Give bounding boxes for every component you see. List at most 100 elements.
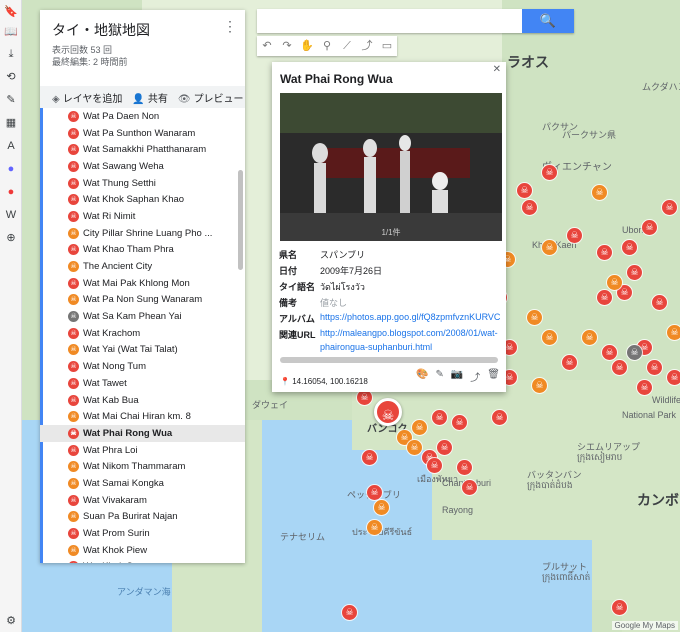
popup-title: Wat Phai Rong Wua (280, 72, 393, 86)
list-item[interactable]: ☠ Wat Sa Kam Phean Yai (40, 308, 245, 325)
undo-icon[interactable]: ↶ (257, 36, 277, 56)
popup-scrollbar[interactable] (280, 357, 498, 363)
wikipedia-icon[interactable]: W (4, 208, 18, 222)
close-icon[interactable]: ✕ (493, 64, 501, 75)
paint-icon[interactable]: 🎨 (416, 369, 428, 384)
skull-icon: ☠ (68, 361, 79, 373)
list-item[interactable]: ☠ Wat Krachom (40, 325, 245, 342)
notes-icon[interactable]: ✎ (4, 93, 18, 107)
place-list: ☠ Wat Pa Daen Non ☠ Wat Pa Sunthon Wanaram ☠… (40, 108, 245, 563)
list-item-label: Wat Nikom Thammaram (83, 461, 186, 473)
list-item-label: Wat Yai (Wat Tai Talat) (83, 344, 178, 356)
map-label-sanctuary: National Park (622, 410, 677, 420)
map-label-siem-km: ក្រុងសៀមរាប (577, 452, 623, 462)
directions-icon[interactable]: ⤴ (357, 36, 377, 56)
google-attribution: Google My Maps (611, 621, 678, 630)
list-item[interactable]: ☠ Wat Khok Piew (40, 542, 245, 559)
list-item-label: Wat Kab Bua (83, 394, 139, 406)
skull-icon: ☠ (68, 194, 79, 206)
url-link-cont[interactable]: phairongua-suphanburi.html (320, 342, 432, 352)
panel-actions: ◈ レイヤを追加 👤 共有 👁 プレビュー (40, 86, 245, 108)
skull-icon: ☠ (68, 427, 79, 439)
list-item[interactable]: ☠ Wat Mai Chai Hiran km. 8 (40, 408, 245, 425)
search-input[interactable] (257, 9, 517, 33)
map-label-mukdahan: ムクダハン (642, 82, 680, 92)
date-key: 日付 (279, 266, 298, 276)
edit-icon[interactable]: ✎ (435, 369, 443, 384)
vivaldi-icon[interactable]: ● (4, 185, 18, 199)
list-item[interactable]: ☠ Wat Yai (Wat Tai Talat) (40, 342, 245, 359)
list-item[interactable]: ☠ Wat Nong Tum (40, 358, 245, 375)
search-button[interactable]: 🔍 (522, 9, 574, 33)
list-item[interactable]: ☠ Wat Sawang Weha (40, 158, 245, 175)
calendar-icon[interactable]: ▦ (4, 116, 18, 130)
settings-icon[interactable]: ⚙ (4, 614, 18, 628)
url-link[interactable]: http://maleangpo.blogspot.com/2008/01/wa… (320, 328, 500, 341)
skull-icon: ☠ (68, 277, 79, 289)
delete-icon[interactable]: 🗑 (487, 369, 500, 384)
marker-icon[interactable]: ⚲ (317, 36, 337, 56)
list-item[interactable]: ☠ Wat Pa Sunthon Wanaram (40, 125, 245, 142)
redo-icon[interactable]: ↷ (277, 36, 297, 56)
translate-icon[interactable]: A (4, 139, 18, 153)
list-item[interactable]: ☠ Wat Nikom Thammaram (40, 458, 245, 475)
list-item[interactable]: ☠ Wat Ri Nimit (40, 208, 245, 225)
list-item-label: Wat Mai Pak Khlong Mon (83, 277, 190, 289)
list-item[interactable]: ☠ Wat Thung Setthi (40, 175, 245, 192)
add-person-icon: 👤 (132, 93, 145, 105)
list-item[interactable]: ☠ Wat Tawet (40, 375, 245, 392)
map-title[interactable]: タイ・地獄地図 (52, 20, 150, 40)
list-item[interactable]: ☠ The Ancient City (40, 258, 245, 275)
camera-icon[interactable]: 📷 (451, 369, 463, 384)
more-options-icon[interactable]: ⋮ (223, 18, 237, 35)
info-popup: Wat Phai Rong Wua ✕ 1/1件 県名 スパンブリ 日付 2009年… (272, 62, 506, 392)
skull-icon: ☠ (68, 160, 79, 172)
list-item[interactable]: ☠ Wat Prom Surin (40, 525, 245, 542)
add-panel-icon[interactable]: ⊕ (4, 231, 18, 245)
draw-line-icon[interactable]: ⟋ (337, 36, 357, 56)
list-item[interactable]: ☠ Wat Pa Daen Non (40, 108, 245, 125)
last-edited: 最終編集: 2 時間前 (52, 57, 128, 67)
list-item-label: Wat Sawang Weha (83, 160, 164, 172)
list-scrollbar[interactable] (238, 170, 243, 270)
list-item-label: Wat Samakkhi Phatthanaram (83, 144, 207, 156)
place-photo[interactable] (280, 93, 502, 241)
list-item[interactable]: ☠ City Pillar Shrine Luang Pho ... (40, 225, 245, 242)
list-item[interactable]: ☠ Suan Pa Burirat Najan (40, 509, 245, 526)
bookmark-icon[interactable]: 🔖 (4, 5, 18, 19)
history-icon[interactable]: ⟲ (4, 70, 18, 84)
list-item[interactable]: ☠ Wat Khao Tham Phra (40, 242, 245, 259)
add-layer-button[interactable]: ◈ レイヤを追加 (52, 90, 122, 105)
mastodon-icon[interactable]: ● (4, 162, 18, 176)
list-item[interactable]: ☠ Wat Khok Sung (40, 559, 245, 563)
list-item[interactable]: ☠ Wat Phai Rong Wua (40, 425, 245, 442)
search-icon: 🔍 (539, 13, 557, 28)
album-link[interactable]: https://photos.app.goo.gl/fQ8zpmfvznKURV… (320, 312, 500, 325)
list-item[interactable]: ☠ Wat Kab Bua (40, 392, 245, 409)
map-label-dawei: ダウェイ (252, 400, 289, 410)
download-icon[interactable]: ⤓ (4, 47, 18, 61)
ruler-icon[interactable]: ▭ (377, 36, 397, 56)
album-key: アルバム (279, 314, 315, 324)
list-item[interactable]: ☠ Wat Khok Saphan Khao (40, 191, 245, 208)
list-item-label: The Ancient City (83, 261, 153, 273)
list-item[interactable]: ☠ Wat Mai Pak Khlong Mon (40, 275, 245, 292)
reading-list-icon[interactable]: 📖 (4, 25, 18, 39)
list-item[interactable]: ☠ Wat Samakkhi Phatthanaram (40, 141, 245, 158)
skull-icon: ☠ (68, 561, 79, 563)
share-button[interactable]: 👤 共有 (132, 90, 167, 105)
list-item[interactable]: ☠ Wat Pa Non Sung Wanaram (40, 292, 245, 309)
list-item-label: Wat Phai Rong Wua (83, 427, 173, 439)
skull-icon: ☠ (68, 110, 79, 122)
skull-icon: ☠ (68, 210, 79, 222)
skull-icon: ☠ (68, 261, 79, 273)
list-item[interactable]: ☠ Wat Samai Kongka (40, 475, 245, 492)
directions-icon[interactable]: ⤴ (470, 369, 480, 384)
list-item[interactable]: ☠ Wat Phra Loi (40, 442, 245, 459)
map-label-andaman: アンダマン海 (117, 587, 171, 597)
hand-icon[interactable]: ✋ (297, 36, 317, 56)
map-label-cambodia: カンボ (637, 492, 679, 508)
skull-icon: ☠ (68, 544, 79, 556)
list-item[interactable]: ☠ Wat Vivakaram (40, 492, 245, 509)
preview-button[interactable]: 👁 プレビュー (178, 90, 244, 105)
